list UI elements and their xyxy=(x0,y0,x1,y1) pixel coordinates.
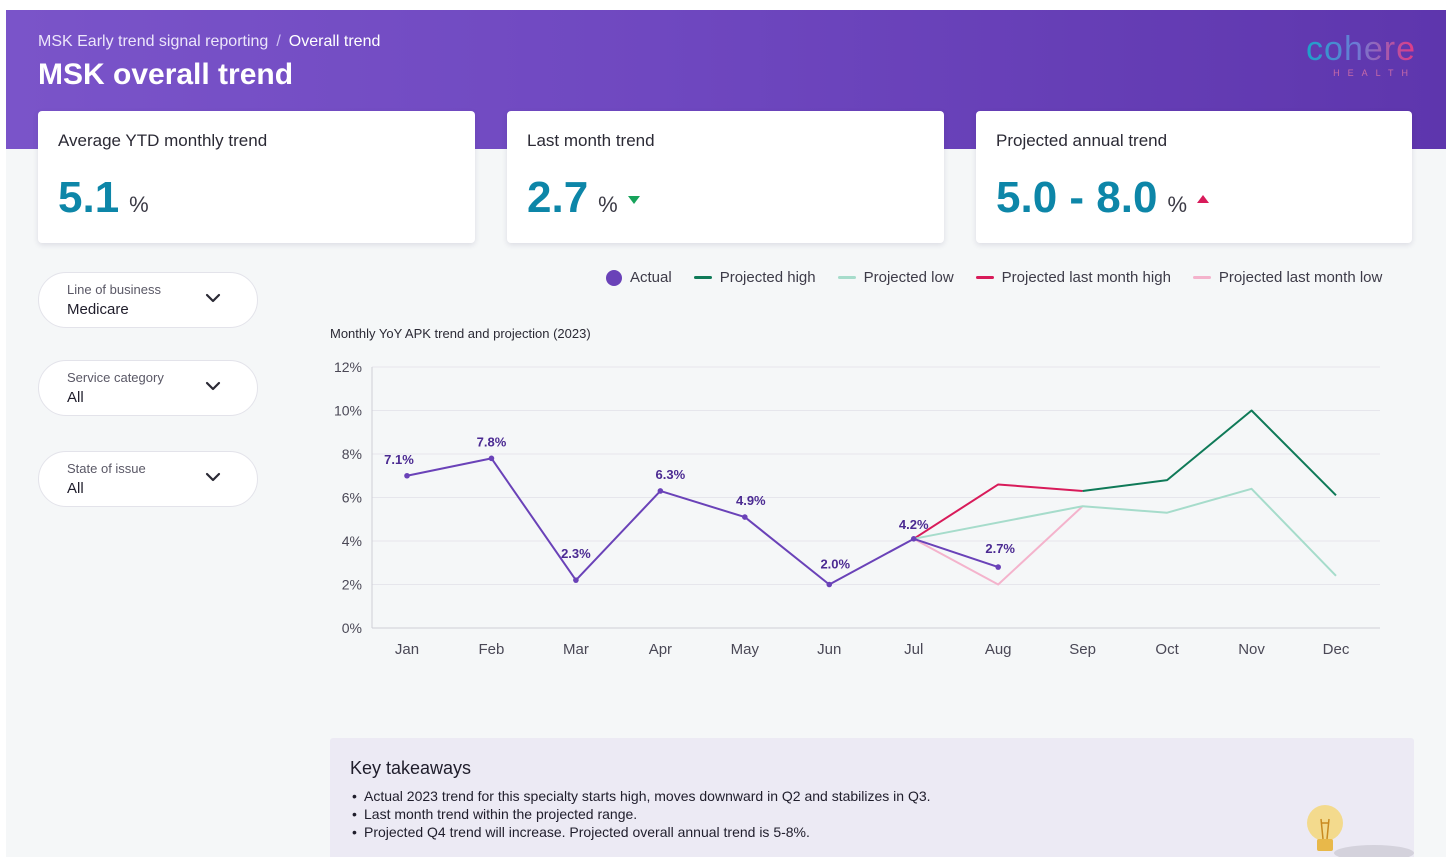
data-label: 2.0% xyxy=(820,557,850,572)
lightbulb-icon xyxy=(1307,805,1414,857)
y-tick-label: 10% xyxy=(334,403,362,419)
trend-line-chart: 0% 2% 4% 6% 8% 10% 12% Jan Feb Mar Apr May Jun Jul Aug… xyxy=(334,359,1380,658)
y-tick-label: 8% xyxy=(342,446,362,462)
x-tick-label: Feb xyxy=(479,641,505,658)
x-tick-label: Apr xyxy=(649,641,672,658)
y-tick-label: 6% xyxy=(342,490,362,506)
data-point xyxy=(995,564,1001,570)
data-point xyxy=(910,536,917,542)
x-tick-label: Nov xyxy=(1238,641,1265,658)
data-label: 7.1% xyxy=(384,452,414,467)
dashboard-frame: MSK Early trend signal reporting / Overa… xyxy=(6,10,1446,857)
takeaways-title: Key takeaways xyxy=(350,758,472,778)
data-point xyxy=(573,577,579,583)
list-item: Actual 2023 trend for this specialty sta… xyxy=(350,787,1394,805)
x-tick-label: Aug xyxy=(985,641,1012,658)
x-tick-label: May xyxy=(731,641,760,658)
data-point xyxy=(742,514,748,520)
data-label: 6.3% xyxy=(656,467,686,482)
x-tick-label: Jan xyxy=(395,641,419,658)
x-tick-label: Mar xyxy=(563,641,589,658)
data-label: 4.9% xyxy=(736,493,766,508)
x-tick-label: Jul xyxy=(904,641,923,658)
x-tick-label: Sep xyxy=(1069,641,1096,658)
y-tick-label: 0% xyxy=(342,620,362,636)
key-takeaways-panel: Key takeaways Actual 2023 trend for this… xyxy=(330,738,1414,857)
y-tick-label: 12% xyxy=(334,359,362,375)
list-item: Projected Q4 trend will increase. Projec… xyxy=(350,823,1394,841)
data-label: 4.2% xyxy=(899,517,929,532)
y-tick-label: 4% xyxy=(342,533,362,549)
y-tick-label: 2% xyxy=(342,577,362,593)
data-label: 7.8% xyxy=(477,434,507,449)
data-point xyxy=(826,581,833,588)
x-tick-label: Dec xyxy=(1323,641,1350,658)
series-line-projected-high xyxy=(1082,409,1337,497)
data-point xyxy=(657,488,664,494)
data-point xyxy=(404,472,410,479)
data-point xyxy=(488,455,495,462)
data-label: 2.3% xyxy=(561,546,591,561)
x-tick-label: Oct xyxy=(1155,641,1179,658)
list-item: Last month trend within the projected ra… xyxy=(350,805,1394,823)
x-tick-label: Jun xyxy=(817,641,841,658)
data-label: 2.7% xyxy=(985,541,1015,556)
takeaways-list: Actual 2023 trend for this specialty sta… xyxy=(350,787,1394,841)
series-line-projected-low xyxy=(913,487,1337,577)
